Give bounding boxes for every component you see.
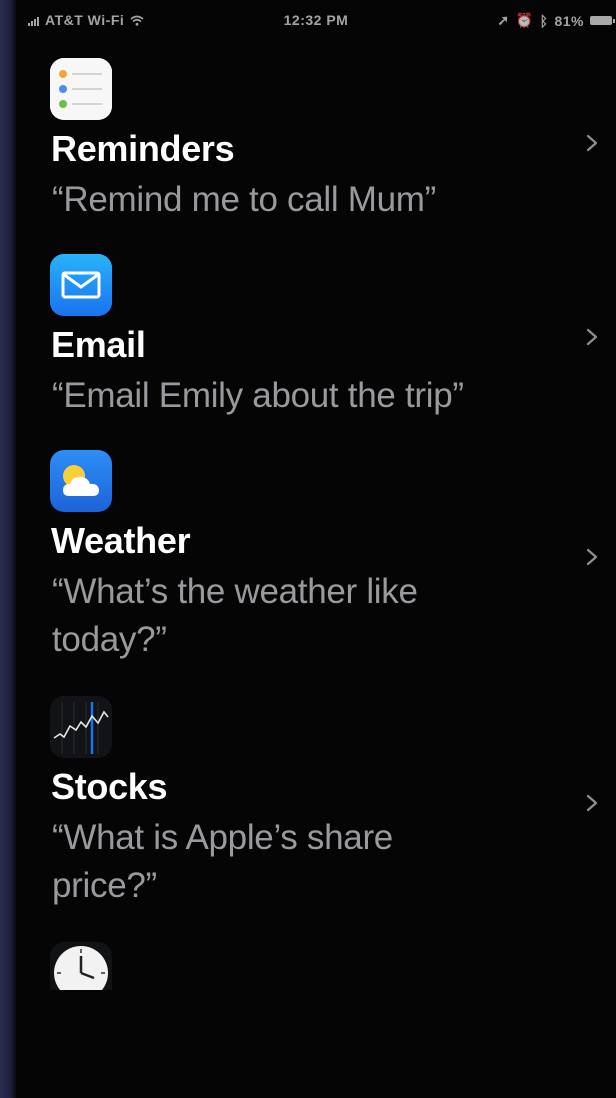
item-title: Weather [51, 520, 191, 561]
chevron-right-icon [586, 548, 598, 566]
list-item-stocks[interactable]: Stocks “What is Apple’s share price?” [16, 690, 616, 940]
item-title: Stocks [51, 766, 168, 807]
chevron-right-icon [586, 794, 598, 812]
clock-icon [50, 942, 112, 990]
item-example: “What’s the weather like today?” [52, 572, 418, 659]
weather-icon [50, 450, 112, 512]
list-item-weather[interactable]: Weather “What’s the weather like today?” [16, 440, 616, 690]
chevron-right-icon [586, 134, 598, 152]
item-example: “Remind me to call Mum” [52, 180, 437, 219]
item-title: Reminders [51, 128, 235, 169]
list-item-clock[interactable] [16, 940, 616, 990]
item-title: Email [51, 324, 146, 365]
siri-suggestions-screen: AT&T Wi-Fi 12:32 PM ➚ ⏰ ᛒ 81% Reminders … [16, 0, 616, 1098]
device-frame: AT&T Wi-Fi 12:32 PM ➚ ⏰ ᛒ 81% Reminders … [0, 0, 616, 1098]
item-example: “What is Apple’s share price?” [52, 818, 393, 905]
siri-suggestions-list: Reminders “Remind me to call Mum” Email … [16, 0, 616, 990]
chevron-right-icon [586, 328, 598, 346]
list-item-reminders[interactable]: Reminders “Remind me to call Mum” [16, 0, 616, 240]
bottom-area [16, 990, 616, 1098]
reminders-icon [50, 58, 112, 120]
item-example: “Email Emily about the trip” [52, 376, 464, 415]
stocks-icon [50, 696, 112, 758]
mail-icon [50, 254, 112, 316]
list-item-email[interactable]: Email “Email Emily about the trip” [16, 240, 616, 440]
